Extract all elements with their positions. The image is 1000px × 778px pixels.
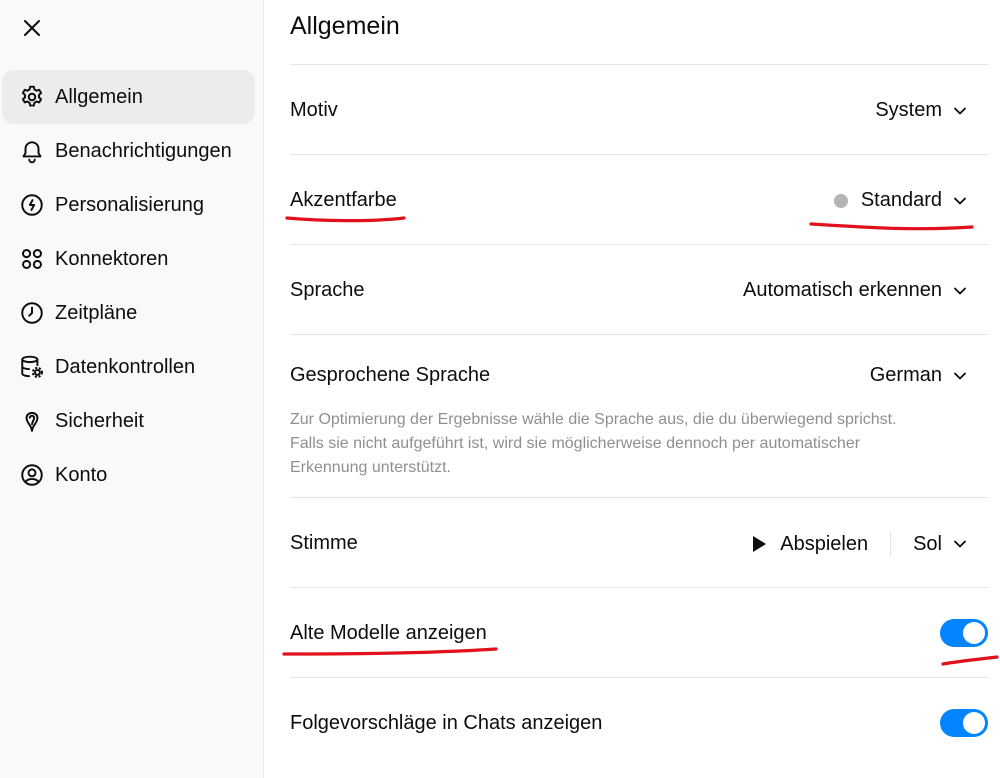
sidebar-item-label: Datenkontrollen bbox=[55, 355, 196, 378]
spoken-language-label: Gesprochene Sprache bbox=[290, 364, 491, 386]
divider bbox=[290, 244, 988, 245]
bell-icon bbox=[19, 138, 45, 164]
accent-color-select[interactable]: Standard bbox=[833, 189, 968, 212]
clock-icon bbox=[19, 300, 45, 326]
personalization-icon bbox=[19, 192, 45, 218]
database-icon bbox=[19, 354, 45, 380]
spoken-language-value: German bbox=[869, 364, 942, 386]
divider bbox=[290, 64, 988, 65]
toggle-knob bbox=[963, 622, 985, 644]
divider bbox=[290, 154, 988, 155]
theme-label: Motiv bbox=[290, 99, 338, 121]
divider bbox=[290, 677, 988, 678]
shield-icon bbox=[19, 408, 45, 434]
sidebar-item-label: Sicherheit bbox=[55, 409, 144, 432]
sidebar-item-label: Personalisierung bbox=[55, 193, 204, 216]
theme-value: System bbox=[875, 99, 942, 121]
language-select[interactable]: Automatisch erkennen bbox=[743, 279, 968, 302]
sidebar-item-personalisierung[interactable]: Personalisierung bbox=[2, 178, 255, 232]
voice-controls: Abspielen Sol bbox=[750, 532, 968, 556]
sidebar: Allgemein Benachrichtigungen Personalisi… bbox=[0, 0, 264, 778]
spoken-language-description: Zur Optimierung der Ergebnisse wähle die… bbox=[290, 411, 897, 476]
page-title: Allgemein bbox=[290, 12, 400, 40]
accent-color-dot bbox=[833, 193, 848, 208]
sidebar-item-label: Allgemein bbox=[55, 85, 143, 108]
theme-select[interactable]: System bbox=[875, 99, 968, 122]
gear-icon bbox=[19, 84, 45, 110]
divider bbox=[290, 497, 988, 498]
vertical-divider bbox=[890, 532, 892, 556]
chevron-down-icon bbox=[952, 103, 968, 119]
connectors-icon bbox=[19, 246, 45, 272]
accent-color-value: Standard bbox=[860, 189, 942, 211]
accent-color-label: Akzentfarbe bbox=[290, 189, 397, 211]
language-label: Sprache bbox=[290, 279, 365, 301]
annotation-underline-legacy-toggle bbox=[941, 655, 999, 666]
close-icon bbox=[24, 20, 40, 36]
annotation-underline-legacy-label bbox=[282, 647, 498, 656]
legacy-models-toggle[interactable] bbox=[940, 619, 988, 647]
chevron-down-icon bbox=[952, 193, 968, 209]
spoken-language-select[interactable]: German bbox=[870, 364, 968, 387]
sidebar-item-label: Konnektoren bbox=[55, 247, 169, 270]
voice-select[interactable]: Sol bbox=[913, 533, 968, 556]
sidebar-item-konto[interactable]: Konto bbox=[2, 448, 255, 502]
sidebar-item-benachrichtigungen[interactable]: Benachrichtigungen bbox=[2, 124, 255, 178]
follow-up-toggle[interactable] bbox=[940, 709, 988, 737]
toggle-knob bbox=[963, 712, 985, 734]
follow-up-label: Folgevorschläge in Chats anzeigen bbox=[290, 712, 603, 734]
close-button[interactable] bbox=[18, 14, 46, 42]
chevron-down-icon bbox=[952, 368, 968, 384]
play-voice-label: Abspielen bbox=[780, 532, 869, 555]
sidebar-item-label: Benachrichtigungen bbox=[55, 139, 232, 162]
sidebar-item-label: Zeitpläne bbox=[55, 301, 138, 324]
settings-nav: Allgemein Benachrichtigungen Personalisi… bbox=[2, 70, 255, 502]
annotation-underline-accent-label bbox=[285, 216, 406, 223]
chevron-down-icon bbox=[952, 283, 968, 299]
sidebar-item-datenkontrollen[interactable]: Datenkontrollen bbox=[2, 340, 255, 394]
divider bbox=[290, 334, 988, 335]
user-circle-icon bbox=[19, 462, 45, 488]
sidebar-item-konnektoren[interactable]: Konnektoren bbox=[2, 232, 255, 286]
language-value: Automatisch erkennen bbox=[742, 279, 942, 301]
sidebar-item-label: Konto bbox=[55, 463, 108, 486]
sidebar-item-allgemein[interactable]: Allgemein bbox=[2, 70, 255, 124]
chevron-down-icon bbox=[952, 536, 968, 552]
divider bbox=[290, 587, 988, 588]
voice-value: Sol bbox=[913, 532, 942, 555]
sidebar-item-zeitplaene[interactable]: Zeitpläne bbox=[2, 286, 255, 340]
sidebar-item-sicherheit[interactable]: Sicherheit bbox=[2, 394, 255, 448]
annotation-underline-accent-value bbox=[809, 222, 974, 231]
legacy-models-label: Alte Modelle anzeigen bbox=[290, 622, 487, 644]
play-icon bbox=[750, 534, 768, 554]
voice-label: Stimme bbox=[290, 532, 358, 554]
play-voice-button[interactable]: Abspielen bbox=[750, 533, 868, 556]
